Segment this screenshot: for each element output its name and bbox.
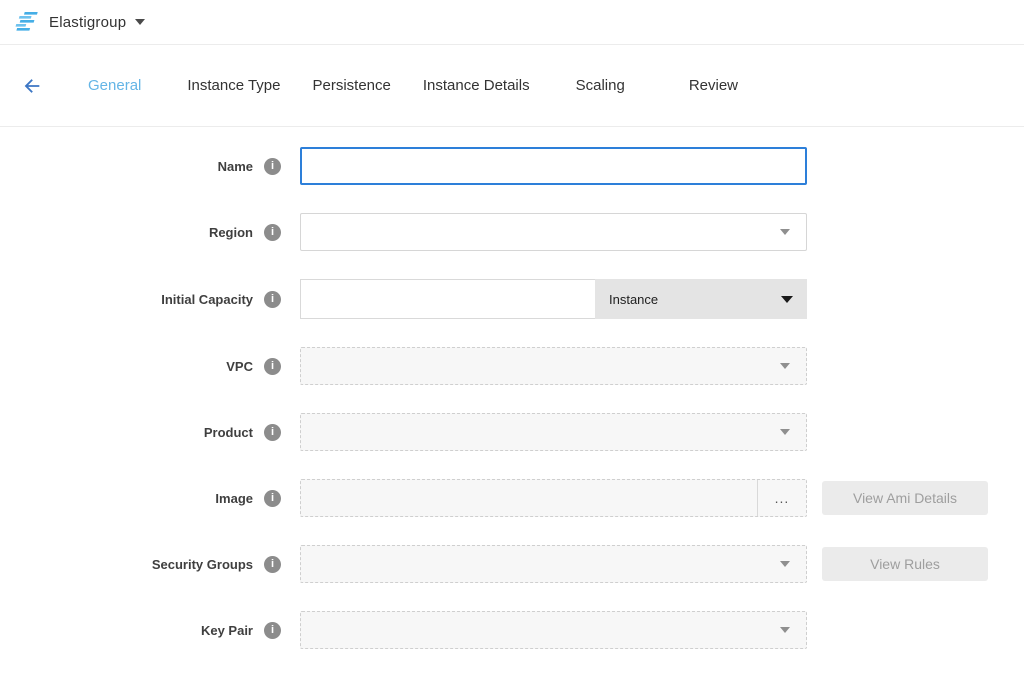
vpc-select [300,347,807,385]
back-arrow-icon [21,75,43,97]
image-browse-button[interactable]: ... [757,480,806,516]
region-info-icon[interactable]: i [264,224,281,241]
back-button[interactable] [20,74,44,98]
form-row-vpc: VPC i [0,347,1024,385]
security-groups-select [300,545,807,583]
wizard-tabs: General Instance Type Persistence Instan… [88,77,784,94]
image-value [301,480,757,516]
capacity-unit-select[interactable]: Instance [595,279,807,319]
region-select[interactable] [300,213,807,251]
tab-persistence[interactable]: Persistence [313,77,391,94]
view-ami-details-button[interactable]: View Ami Details [822,481,988,515]
tab-scaling[interactable]: Scaling [576,77,625,94]
security-groups-caret-icon [780,561,790,567]
form-row-product: Product i [0,413,1024,451]
vpc-label: VPC [226,359,253,374]
security-groups-label: Security Groups [152,557,253,572]
tab-instance-details[interactable]: Instance Details [423,77,530,94]
security-groups-info-icon[interactable]: i [264,556,281,573]
capacity-unit-caret-icon [781,296,793,303]
tab-review[interactable]: Review [689,77,738,94]
product-caret-icon [780,429,790,435]
form-row-key-pair: Key Pair i [0,611,1024,649]
initial-capacity-input[interactable] [300,279,595,319]
app-title[interactable]: Elastigroup [49,14,126,31]
form-row-name: Name i [0,147,1024,185]
vpc-caret-icon [780,363,790,369]
image-label: Image [215,491,253,506]
app-header: Elastigroup [0,0,1024,45]
form-row-security-groups: Security Groups i View Rules [0,545,1024,583]
image-info-icon[interactable]: i [264,490,281,507]
capacity-unit-value: Instance [609,292,658,307]
tab-general[interactable]: General [88,77,141,94]
region-label: Region [209,225,253,240]
app-menu-caret-icon[interactable] [135,19,145,25]
form-row-image: Image i ... View Ami Details [0,479,1024,517]
general-form: Name i Region i Initial Capacity i [0,127,1024,649]
vpc-info-icon[interactable]: i [264,358,281,375]
form-row-region: Region i [0,213,1024,251]
key-pair-label: Key Pair [201,623,253,638]
key-pair-select [300,611,807,649]
view-rules-button[interactable]: View Rules [822,547,988,581]
elastigroup-logo-icon [14,11,40,33]
region-caret-icon [780,229,790,235]
initial-capacity-label: Initial Capacity [161,292,253,307]
wizard-tabbar: General Instance Type Persistence Instan… [0,45,1024,127]
name-input[interactable] [300,147,807,185]
key-pair-caret-icon [780,627,790,633]
product-label: Product [204,425,253,440]
form-row-initial-capacity: Initial Capacity i Instance [0,279,1024,319]
tab-instance-type[interactable]: Instance Type [187,77,280,94]
product-select [300,413,807,451]
name-label: Name [218,159,253,174]
name-info-icon[interactable]: i [264,158,281,175]
key-pair-info-icon[interactable]: i [264,622,281,639]
image-input: ... [300,479,807,517]
initial-capacity-info-icon[interactable]: i [264,291,281,308]
product-info-icon[interactable]: i [264,424,281,441]
